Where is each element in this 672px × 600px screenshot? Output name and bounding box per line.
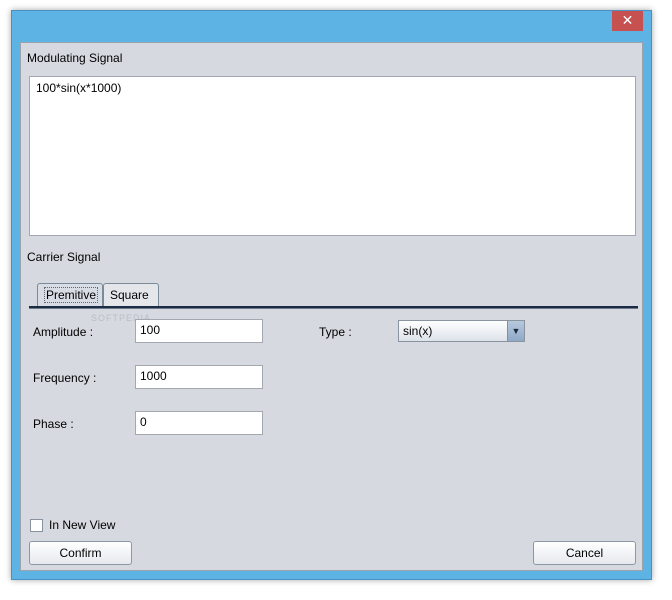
tab-divider <box>29 306 638 309</box>
dialog-content: Modulating Signal 100*sin(x*1000) Carrie… <box>20 42 643 571</box>
close-button[interactable]: ✕ <box>612 11 643 31</box>
cancel-button[interactable]: Cancel <box>533 541 636 565</box>
tab-square[interactable]: Square <box>103 283 159 306</box>
frequency-input[interactable]: 1000 <box>135 365 263 389</box>
new-view-label: In New View <box>49 518 116 532</box>
amplitude-input[interactable]: 100 <box>135 319 263 343</box>
new-view-checkbox[interactable] <box>30 519 43 532</box>
type-select-value: sin(x) <box>403 324 433 338</box>
phase-input[interactable]: 0 <box>135 411 263 435</box>
tab-premitive[interactable]: Premitive <box>37 283 103 306</box>
phase-label: Phase : <box>33 417 74 431</box>
tab-square-label: Square <box>110 288 149 302</box>
tab-premitive-label: Premitive <box>44 287 99 303</box>
confirm-button[interactable]: Confirm <box>29 541 132 565</box>
modulating-signal-label: Modulating Signal <box>27 51 123 65</box>
close-icon: ✕ <box>621 13 634 29</box>
carrier-signal-label: Carrier Signal <box>27 250 101 264</box>
modulating-signal-input[interactable]: 100*sin(x*1000) <box>29 76 636 236</box>
chevron-down-icon[interactable]: ▼ <box>507 321 524 341</box>
type-label: Type : <box>319 325 352 339</box>
type-select[interactable]: sin(x) ▼ <box>398 320 525 342</box>
frequency-label: Frequency : <box>33 371 97 385</box>
dialog-window: ✕ Modulating Signal 100*sin(x*1000) Carr… <box>11 10 652 580</box>
amplitude-label: Amplitude : <box>33 325 94 339</box>
